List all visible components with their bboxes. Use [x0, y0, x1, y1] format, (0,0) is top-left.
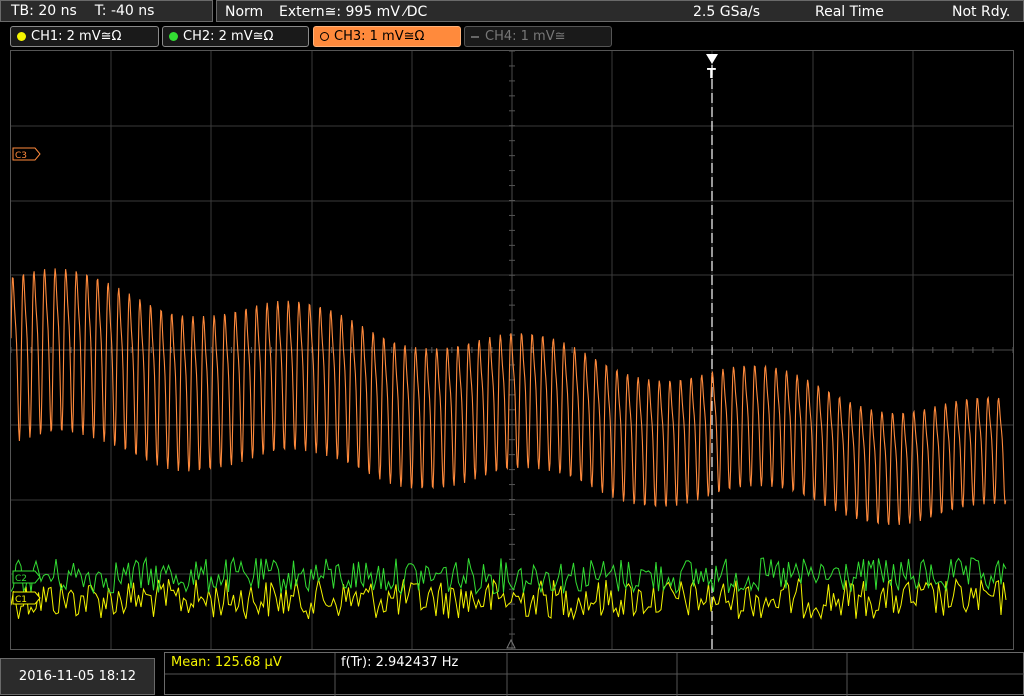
acquisition-status: Not Rdy.	[952, 4, 1011, 20]
ch2-marker[interactable]: C2	[12, 570, 41, 584]
datetime-box: 2016-11-05 18:12	[0, 658, 155, 695]
ch3-marker-label: C3	[15, 151, 27, 161]
ch1-label: CH1: 2 mV≅Ω	[31, 29, 122, 44]
trigger-marker-label: T	[707, 67, 716, 82]
bottom-center-marker-icon	[506, 638, 516, 649]
timebase-box[interactable]: TB: 20 ns T: -40 ns	[0, 0, 213, 22]
channel-3-button[interactable]: CH3: 1 mV≅Ω	[313, 26, 461, 47]
ch2-label: CH2: 2 mV≅Ω	[183, 29, 274, 44]
trigger-marker[interactable]: T	[706, 54, 718, 82]
measurement-panel[interactable]: Mean: 125.68 µV f(Tr): 2.942437 Hz	[164, 652, 1024, 696]
sample-rate: 2.5 GSa/s	[693, 4, 761, 20]
acquisition-mode: Real Time	[815, 4, 884, 20]
ch1-marker-label: C1	[15, 595, 27, 605]
traces	[10, 268, 1007, 621]
timebase-label: TB: 20 ns	[11, 3, 77, 19]
ch4-off-icon	[471, 35, 479, 38]
ch1-trace	[10, 577, 1007, 621]
trigger-mode: Norm	[225, 4, 264, 20]
mean-measurement: Mean: 125.68 µV	[171, 655, 282, 670]
trigger-time-label: T: -40 ns	[94, 3, 155, 19]
status-bar[interactable]: Norm Extern≅: 995 mV ⁄DC 2.5 GSa/s Real …	[216, 0, 1024, 22]
ch3-label: CH3: 1 mV≅Ω	[334, 29, 425, 44]
waveform-svg: C3 C2 C1 T	[10, 50, 1014, 649]
ch4-label: CH4: 1 mV≅	[485, 29, 566, 44]
ch3-dot-icon	[320, 32, 329, 41]
channel-1-button[interactable]: CH1: 2 mV≅Ω	[10, 26, 159, 47]
channel-4-button[interactable]: CH4: 1 mV≅	[464, 26, 612, 47]
ch2-marker-label: C2	[15, 574, 27, 584]
measurement-grid	[165, 653, 1024, 696]
top-bar: TB: 20 ns T: -40 ns Norm Extern≅: 995 mV…	[0, 0, 1024, 24]
frequency-measurement: f(Tr): 2.942437 Hz	[341, 655, 459, 670]
ch1-marker[interactable]: C1	[12, 591, 41, 605]
trigger-source: Extern≅: 995 mV ⁄DC	[279, 4, 428, 20]
channel-2-button[interactable]: CH2: 2 mV≅Ω	[162, 26, 309, 47]
ch3-marker[interactable]: C3	[12, 147, 41, 161]
waveform-display[interactable]: C3 C2 C1 T	[10, 50, 1014, 650]
ch2-dot-icon	[169, 32, 178, 41]
ch1-dot-icon	[17, 32, 26, 41]
channel-row: CH1: 2 mV≅Ω CH2: 2 mV≅Ω CH3: 1 mV≅Ω CH4:…	[0, 26, 1024, 48]
datetime-label: 2016-11-05 18:12	[18, 669, 137, 684]
ch2-trace	[10, 556, 1007, 596]
bottom-bar: 2016-11-05 18:12 Mean: 125.68 µV f(Tr): …	[0, 652, 1024, 696]
ch3-trace	[10, 268, 1007, 525]
